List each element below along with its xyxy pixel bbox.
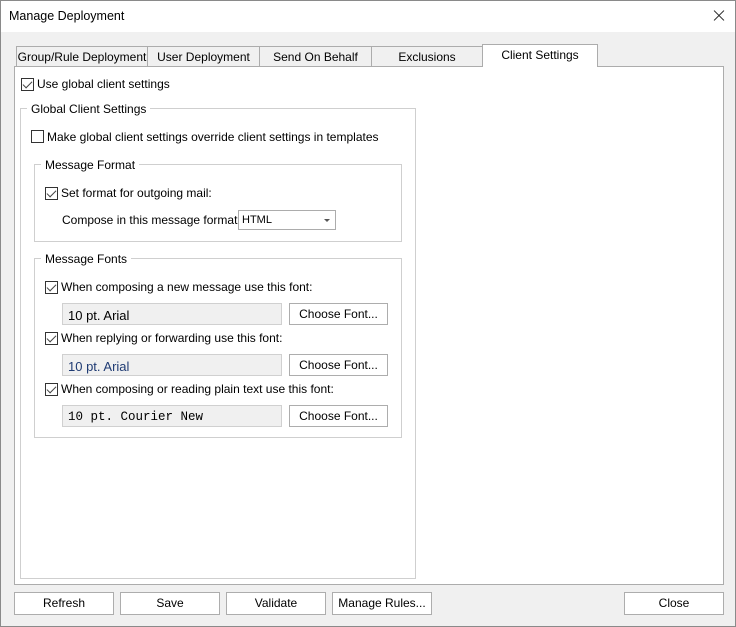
use-global-checkbox[interactable] [21, 78, 34, 91]
new-message-font-label[interactable]: When composing a new message use this fo… [61, 280, 312, 294]
tab-client-settings[interactable]: Client Settings [482, 44, 598, 67]
title-bar: Manage Deployment [1, 1, 735, 32]
window-title: Manage Deployment [9, 9, 125, 23]
message-format-select[interactable]: HTML [238, 210, 336, 230]
tab-user-deployment[interactable]: User Deployment [147, 46, 260, 66]
reply-forward-font-display: 10 pt. Arial [62, 354, 282, 376]
save-button[interactable]: Save [120, 592, 220, 615]
plain-text-font-display: 10 pt. Courier New [62, 405, 282, 427]
message-fonts-title: Message Fonts [41, 252, 132, 266]
message-format-group [34, 164, 402, 242]
new-message-font-display: 10 pt. Arial [62, 303, 282, 325]
plain-text-font-checkbox[interactable] [45, 383, 58, 396]
tab-send-on-behalf[interactable]: Send On Behalf [259, 46, 372, 66]
close-button[interactable]: Close [624, 592, 724, 615]
refresh-button[interactable]: Refresh [14, 592, 114, 615]
new-message-font-checkbox[interactable] [45, 281, 58, 294]
override-checkbox[interactable] [31, 130, 44, 143]
tab-group-rule-deployment[interactable]: Group/Rule Deployment [16, 46, 148, 66]
override-label[interactable]: Make global client settings override cli… [47, 130, 379, 144]
global-client-settings-title: Global Client Settings [27, 102, 151, 116]
compose-format-label: Compose in this message format: [62, 213, 241, 227]
set-format-label[interactable]: Set format for outgoing mail: [61, 186, 212, 200]
manage-deployment-dialog: Manage Deployment Group/Rule Deployment … [0, 0, 736, 627]
plain-text-font-label[interactable]: When composing or reading plain text use… [61, 382, 334, 396]
use-global-label[interactable]: Use global client settings [37, 77, 170, 91]
reply-forward-font-label[interactable]: When replying or forwarding use this fon… [61, 331, 282, 345]
validate-button[interactable]: Validate [226, 592, 326, 615]
tab-exclusions[interactable]: Exclusions [371, 46, 483, 66]
reply-forward-choose-font-button[interactable]: Choose Font... [289, 354, 388, 376]
plain-text-choose-font-button[interactable]: Choose Font... [289, 405, 388, 427]
new-message-choose-font-button[interactable]: Choose Font... [289, 303, 388, 325]
manage-rules-button[interactable]: Manage Rules... [332, 592, 432, 615]
close-icon[interactable] [707, 5, 731, 27]
set-format-checkbox[interactable] [45, 187, 58, 200]
chevron-down-icon [324, 219, 330, 222]
message-format-title: Message Format [41, 158, 140, 172]
message-format-value: HTML [242, 214, 272, 226]
reply-forward-font-checkbox[interactable] [45, 332, 58, 345]
